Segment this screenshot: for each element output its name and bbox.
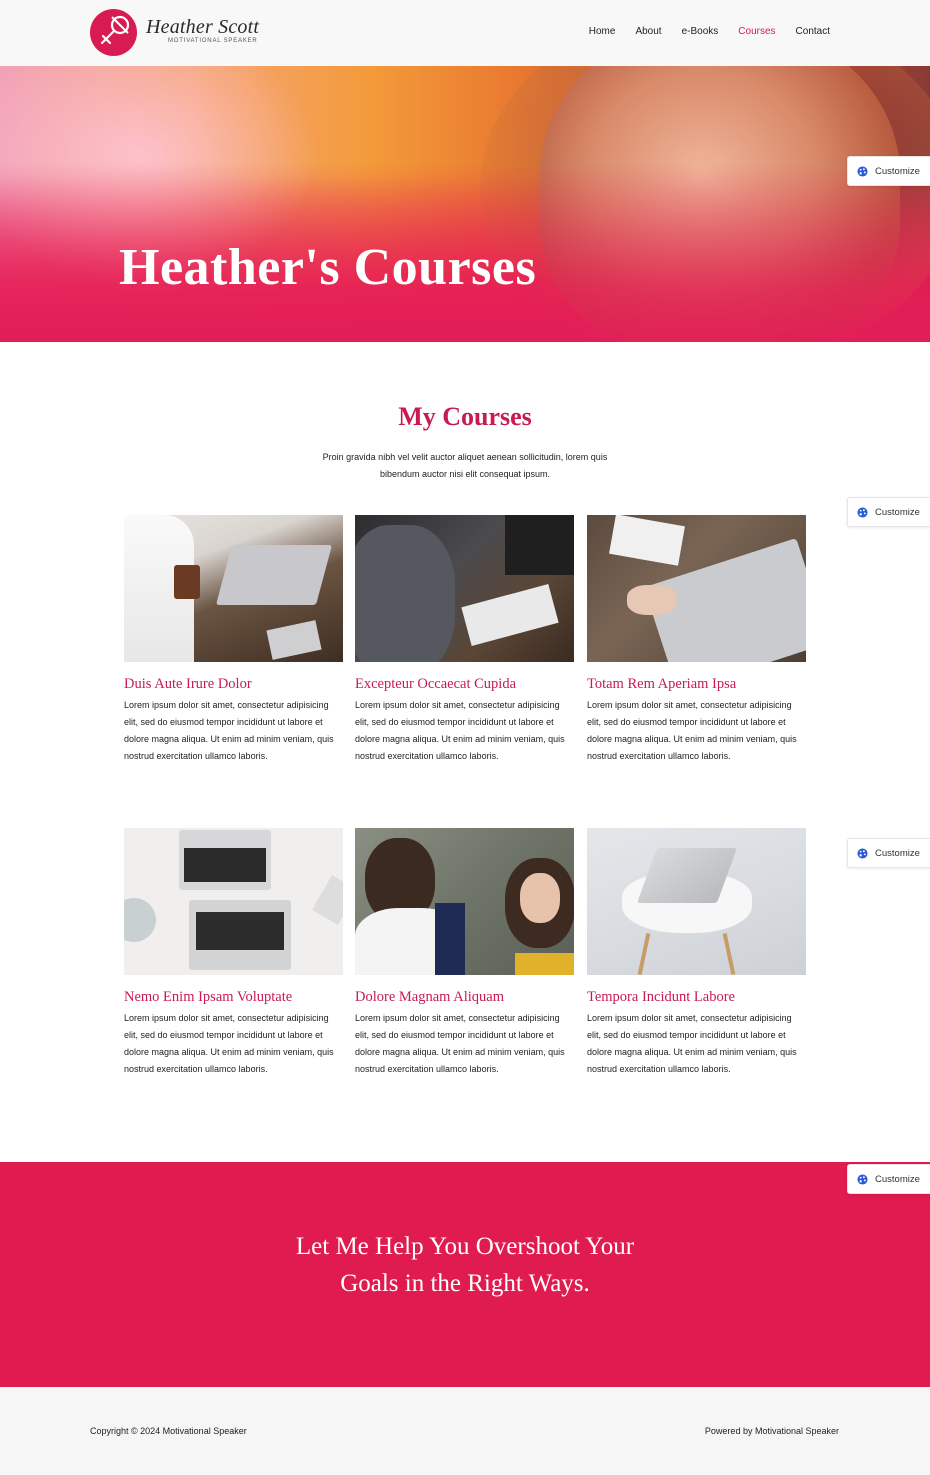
course-image[interactable] [355, 828, 574, 975]
nav-home[interactable]: Home [589, 26, 616, 37]
course-text: Lorem ipsum dolor sit amet, consectetur … [355, 1013, 565, 1074]
course-text: Lorem ipsum dolor sit amet, consectetur … [124, 1013, 334, 1074]
course-card[interactable]: Tempora Incidunt Labore Lorem ipsum dolo… [587, 828, 806, 1078]
main-nav: Home About e-Books Courses Contact [589, 26, 830, 37]
course-title[interactable]: Excepteur Occaecat Cupida [355, 676, 574, 693]
nav-ebooks[interactable]: e-Books [682, 26, 719, 37]
course-title[interactable]: Tempora Incidunt Labore [587, 989, 806, 1006]
course-title[interactable]: Nemo Enim Ipsam Voluptate [124, 989, 343, 1006]
customize-label: Customize [875, 1173, 920, 1185]
site-header: Heather Scott MOTIVATIONAL SPEAKER Home … [0, 0, 930, 66]
customize-label: Customize [875, 506, 920, 518]
palette-icon [857, 165, 868, 177]
cta-heading: Let Me Help You Overshoot Your Goals in … [0, 1228, 930, 1302]
course-image[interactable] [124, 515, 343, 662]
customize-button-hero[interactable]: Customize [847, 156, 930, 186]
course-image[interactable] [587, 828, 806, 975]
course-text: Lorem ipsum dolor sit amet, consectetur … [124, 700, 334, 761]
course-title[interactable]: Totam Rem Aperiam Ipsa [587, 676, 806, 693]
palette-icon [857, 506, 868, 518]
brand[interactable]: Heather Scott MOTIVATIONAL SPEAKER [146, 17, 259, 44]
courses-description: Proin gravida nibh vel velit auctor aliq… [322, 452, 608, 479]
brand-logo-icon[interactable] [90, 9, 137, 56]
course-text: Lorem ipsum dolor sit amet, consectetur … [355, 700, 565, 761]
course-image[interactable] [124, 828, 343, 975]
courses-title: My Courses [398, 402, 532, 431]
cta-line-1: Let Me Help You Overshoot Your [295, 1233, 635, 1260]
nav-about[interactable]: About [635, 26, 661, 37]
copyright-text: Copyright © 2024 Motivational Speaker [90, 1426, 247, 1436]
course-text: Lorem ipsum dolor sit amet, consectetur … [587, 1013, 797, 1074]
cta-line-2: Goals in the Right Ways. [340, 1270, 590, 1297]
nav-contact[interactable]: Contact [796, 26, 830, 37]
customize-label: Customize [875, 847, 920, 859]
customize-label: Customize [875, 165, 920, 177]
powered-by-link[interactable]: Powered by Motivational Speaker [705, 1426, 839, 1436]
site-footer: Copyright © 2024 Motivational Speaker Po… [0, 1387, 930, 1475]
course-card[interactable]: Nemo Enim Ipsam Voluptate Lorem ipsum do… [124, 828, 343, 1078]
customize-button-courses-2[interactable]: Customize [847, 838, 930, 868]
cta-banner: Let Me Help You Overshoot Your Goals in … [0, 1162, 930, 1387]
customize-button-cta[interactable]: Customize [847, 1164, 930, 1194]
course-image[interactable] [587, 515, 806, 662]
palette-icon [857, 847, 868, 859]
course-card[interactable]: Dolore Magnam Aliquam Lorem ipsum dolor … [355, 828, 574, 1078]
course-image[interactable] [355, 515, 574, 662]
course-card[interactable]: Excepteur Occaecat Cupida Lorem ipsum do… [355, 515, 574, 765]
course-text: Lorem ipsum dolor sit amet, consectetur … [587, 700, 797, 761]
palette-icon [857, 1173, 868, 1185]
course-title[interactable]: Duis Aute Irure Dolor [124, 676, 343, 693]
hero-gradient-overlay [0, 66, 930, 342]
hero-banner: Heather's Courses [0, 66, 930, 342]
course-title[interactable]: Dolore Magnam Aliquam [355, 989, 574, 1006]
brand-name: Heather Scott [146, 16, 260, 38]
nav-courses[interactable]: Courses [738, 26, 775, 37]
hero-title: Heather's Courses [119, 239, 537, 296]
brand-tagline: MOTIVATIONAL SPEAKER [168, 38, 258, 44]
course-card[interactable]: Totam Rem Aperiam Ipsa Lorem ipsum dolor… [587, 515, 806, 765]
customize-button-courses[interactable]: Customize [847, 497, 930, 527]
course-card[interactable]: Duis Aute Irure Dolor Lorem ipsum dolor … [124, 515, 343, 765]
